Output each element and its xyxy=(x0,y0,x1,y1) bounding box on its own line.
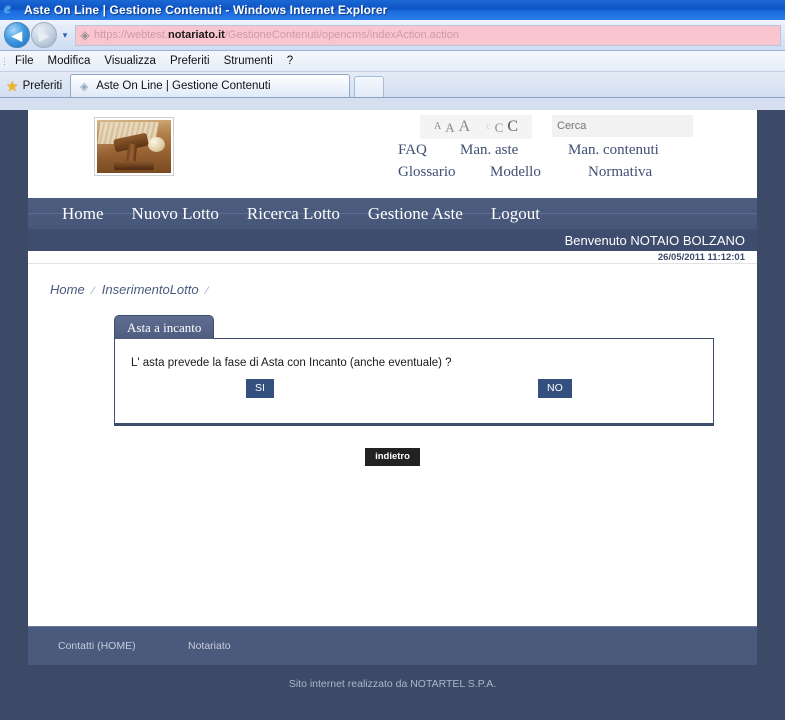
url-suffix: /GestioneContenuti/opencms/indexAction.a… xyxy=(224,29,460,41)
welcome-message: Benvenuto NOTAIO BOLZANO xyxy=(564,232,745,248)
secondary-links-row-1: FAQ Man. aste Man. contenuti xyxy=(368,142,698,159)
menu-item-preferiti[interactable]: Preferiti xyxy=(163,54,217,68)
link-man-contenuti[interactable]: Man. contenuti xyxy=(568,142,659,159)
breadcrumb-separator-1: ⁄ xyxy=(92,285,95,297)
panel-tab-asta-a-incanto[interactable]: Asta a incanto xyxy=(114,315,215,339)
breadcrumb-separator-2: ⁄ xyxy=(206,285,209,297)
footer-credit-text: Sito internet realizzato da NOTARTEL S.P… xyxy=(288,677,497,690)
site-header: A A A c C C FAQ Man. aste Man. contenuti xyxy=(28,110,757,198)
breadcrumb-item-home[interactable]: Home xyxy=(50,282,85,297)
menu-bar: ⋮ File Modifica Visualizza Preferiti Str… xyxy=(0,51,785,72)
favorites-button[interactable]: ★ Preferiti xyxy=(4,75,70,97)
nav-item-ricerca-lotto[interactable]: Ricerca Lotto xyxy=(233,204,354,224)
menu-item-help[interactable]: ? xyxy=(280,54,300,68)
tab-title: Aste On Line | Gestione Contenuti xyxy=(96,80,271,92)
forward-arrow-icon: ▶ xyxy=(39,27,49,43)
secondary-links-row-2: Glossario Modello Normativa xyxy=(368,164,698,181)
menu-item-visualizza[interactable]: Visualizza xyxy=(97,54,163,68)
menu-item-modifica[interactable]: Modifica xyxy=(41,54,98,68)
favicon-icon: ◈ xyxy=(79,80,89,93)
contrast-large-button[interactable]: C xyxy=(506,119,519,135)
title-bar: e Aste On Line | Gestione Contenuti - Wi… xyxy=(0,0,785,20)
favorites-label: Preferiti xyxy=(22,80,63,92)
ie-logo-icon: e xyxy=(4,1,11,17)
panel-answer-buttons: SI NO xyxy=(115,379,713,409)
font-size-large-button[interactable]: A xyxy=(458,119,472,135)
nav-item-nuovo-lotto[interactable]: Nuovo Lotto xyxy=(118,204,233,224)
footer-link-notariato[interactable]: Notariato xyxy=(188,640,231,652)
tab-strip: ★ Preferiti ◈ Aste On Line | Gestione Co… xyxy=(0,72,785,98)
contrast-small-button[interactable]: c xyxy=(485,122,491,132)
forward-button[interactable]: ▶ xyxy=(31,22,57,48)
certificate-error-icon: ◈ xyxy=(80,28,90,42)
nav-item-home[interactable]: Home xyxy=(48,204,118,224)
new-tab-button[interactable] xyxy=(354,76,385,97)
link-glossario[interactable]: Glossario xyxy=(368,164,490,181)
main-navigation: Home Nuovo Lotto Ricerca Lotto Gestione … xyxy=(28,198,757,229)
address-url: https://webtest.notariato.it/GestioneCon… xyxy=(94,26,459,44)
timestamp-bar: 26/05/2011 11:12:01 xyxy=(28,251,757,264)
font-size-medium-button[interactable]: A xyxy=(444,121,455,134)
browser-tab-active[interactable]: ◈ Aste On Line | Gestione Contenuti xyxy=(70,74,351,97)
footer-filler xyxy=(28,702,757,720)
web-page: A A A c C C FAQ Man. aste Man. contenuti xyxy=(28,110,757,720)
timestamp: 26/05/2011 11:12:01 xyxy=(657,251,745,263)
history-dropdown-button[interactable]: ▾ xyxy=(58,25,72,45)
browser-toolbar: ◀ ▶ ▾ ◈ https://webtest.notariato.it/Ges… xyxy=(0,20,785,51)
logo-orb-shape xyxy=(148,137,165,152)
footer-link-contatti[interactable]: Contatti (HOME) xyxy=(58,640,188,652)
search-input[interactable] xyxy=(552,115,693,137)
footer-credit: Sito internet realizzato da NOTARTEL S.P… xyxy=(28,664,757,703)
back-action-row: indietro xyxy=(28,448,757,466)
menu-item-file[interactable]: File xyxy=(8,54,41,68)
star-icon: ★ xyxy=(6,77,19,94)
panel-body: L' asta prevede la fase di Asta con Inca… xyxy=(114,338,714,426)
welcome-bar: Benvenuto NOTAIO BOLZANO xyxy=(28,229,757,251)
url-prefix: https://webtest. xyxy=(94,29,168,41)
back-arrow-icon: ◀ xyxy=(12,27,22,43)
link-modello[interactable]: Modello xyxy=(490,164,588,181)
font-size-controls: A A A c C C xyxy=(420,115,532,139)
page-viewport: A A A c C C FAQ Man. aste Man. contenuti xyxy=(0,110,785,720)
nav-item-logout[interactable]: Logout xyxy=(477,204,554,224)
breadcrumb: Home ⁄ InserimentoLotto ⁄ xyxy=(28,264,757,297)
menu-grip-icon: ⋮ xyxy=(0,55,9,66)
gavel-logo-icon xyxy=(95,118,173,175)
browser-window: e Aste On Line | Gestione Contenuti - Wi… xyxy=(0,0,785,720)
yes-button[interactable]: SI xyxy=(246,379,274,398)
link-faq[interactable]: FAQ xyxy=(368,142,460,159)
content-panel: Asta a incanto L' asta prevede la fase d… xyxy=(114,314,714,426)
font-size-small-button[interactable]: A xyxy=(433,122,442,132)
window-title: Aste On Line | Gestione Contenuti - Wind… xyxy=(24,3,388,17)
no-button[interactable]: NO xyxy=(538,379,572,398)
logo-sound-block-shape xyxy=(114,161,154,170)
chevron-down-icon: ▾ xyxy=(62,29,68,40)
secondary-links: FAQ Man. aste Man. contenuti Glossario M… xyxy=(368,142,698,186)
breadcrumb-item-inserimentolotto[interactable]: InserimentoLotto xyxy=(102,282,199,297)
contrast-medium-button[interactable]: C xyxy=(494,121,505,134)
indietro-button[interactable]: indietro xyxy=(365,448,420,466)
panel-question-text: L' asta prevede la fase di Asta con Inca… xyxy=(131,357,452,369)
url-host: notariato.it xyxy=(167,29,225,41)
link-normativa[interactable]: Normativa xyxy=(588,164,652,181)
link-man-aste[interactable]: Man. aste xyxy=(460,142,568,159)
address-bar[interactable]: ◈ https://webtest.notariato.it/GestioneC… xyxy=(75,24,781,46)
menu-item-strumenti[interactable]: Strumenti xyxy=(217,54,280,68)
back-button[interactable]: ◀ xyxy=(4,22,30,48)
nav-item-gestione-aste[interactable]: Gestione Aste xyxy=(354,204,477,224)
footer-links: Contatti (HOME) Notariato xyxy=(28,625,757,665)
